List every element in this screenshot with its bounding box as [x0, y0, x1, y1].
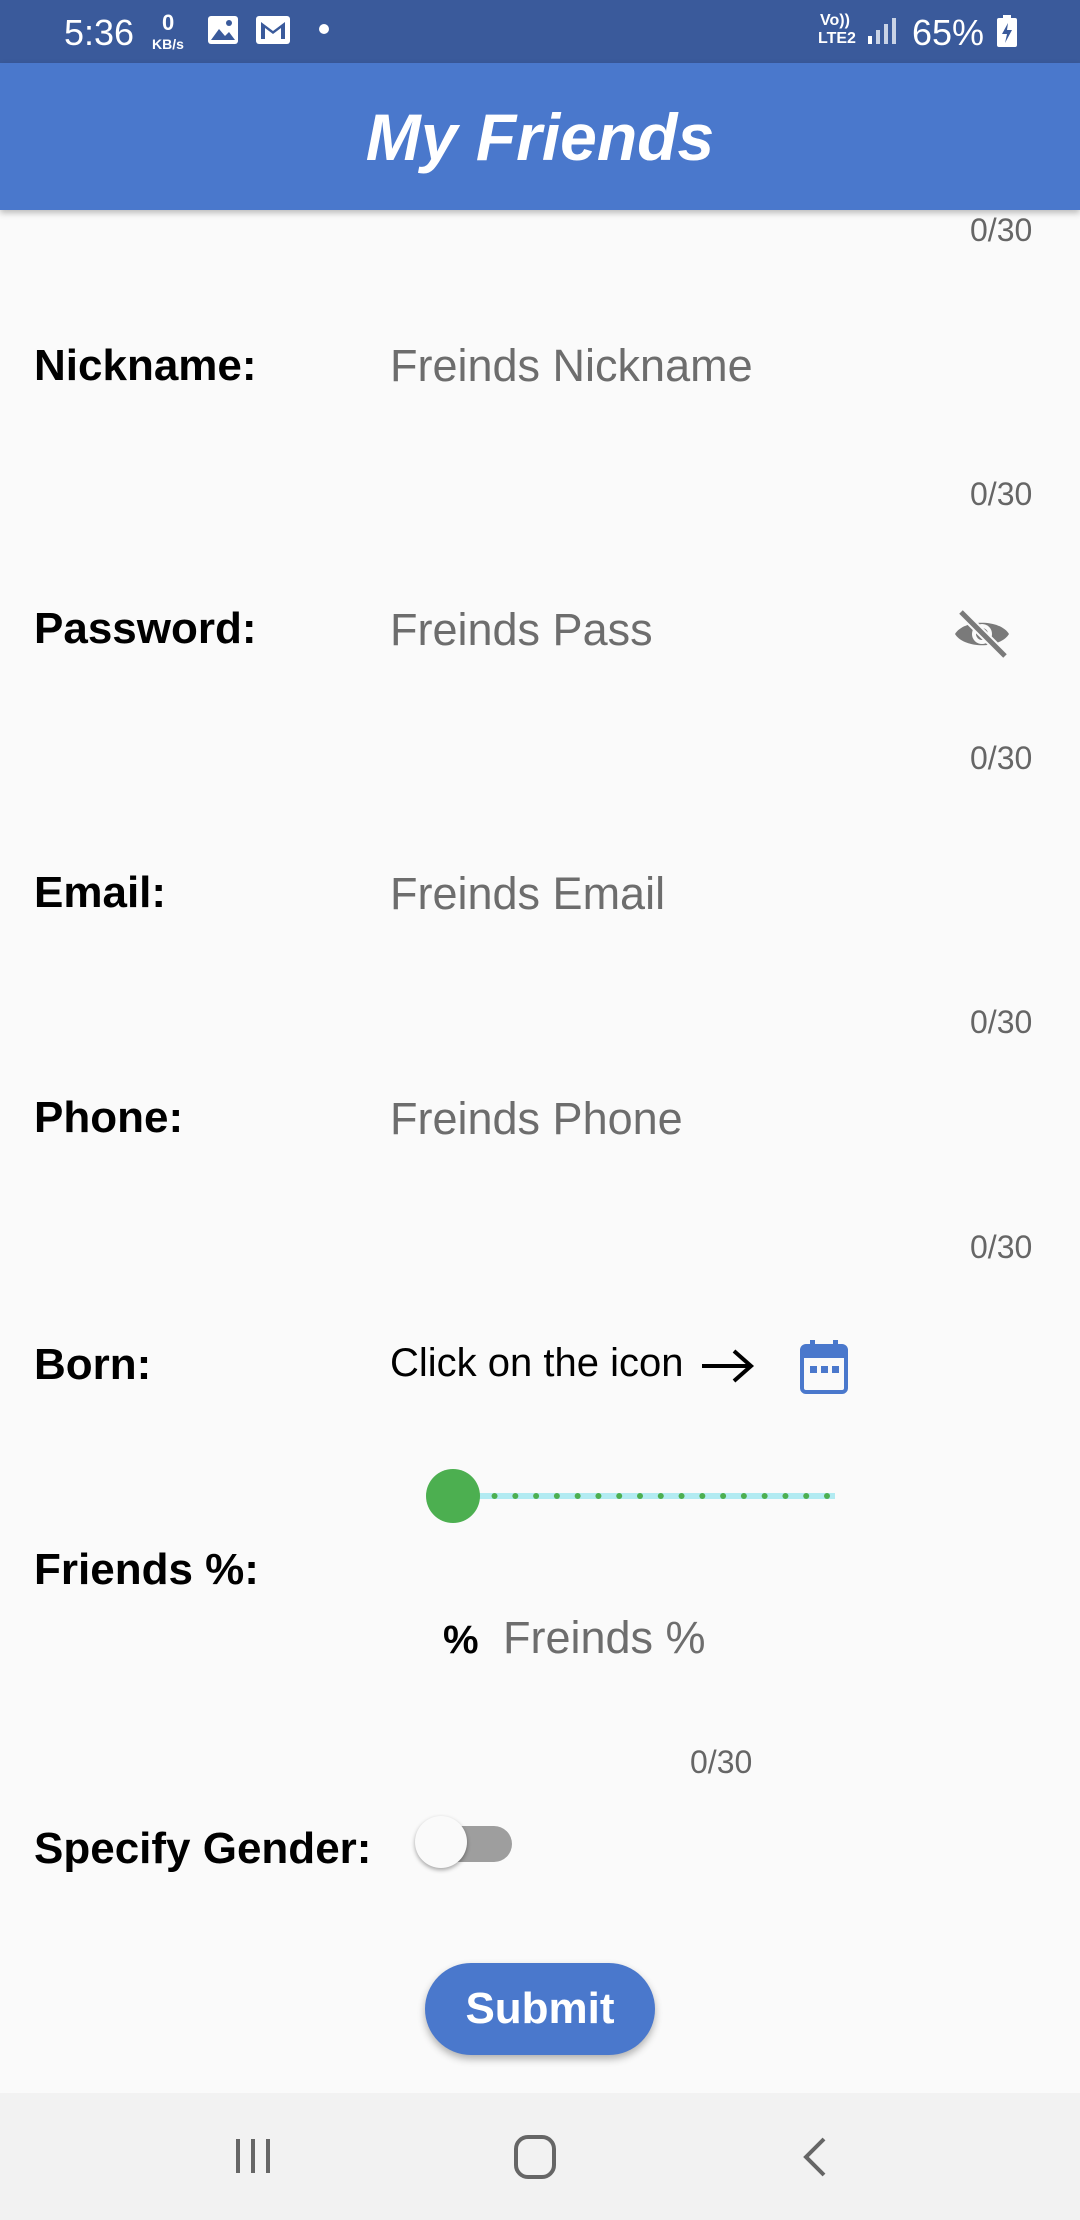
slider-tick	[720, 1493, 727, 1499]
network-speed-unit: KB/s	[152, 36, 184, 52]
top-field-counter: 0/30	[970, 212, 1033, 248]
email-label: Email:	[34, 868, 167, 917]
network-speed-value: 0	[162, 10, 175, 35]
email-counter: 0/30	[970, 1004, 1033, 1040]
born-hint: Click on the icon	[390, 1341, 684, 1385]
phone-input[interactable]: Freinds Phone	[380, 1073, 1040, 1173]
nickname-placeholder: Freinds Nickname	[390, 340, 753, 391]
email-placeholder: Freinds Email	[390, 868, 666, 919]
status-bar: 5:36 0 KB/s Vo)) LTE2 65%	[0, 0, 1080, 63]
nickname-counter: 0/30	[970, 476, 1033, 512]
slider-tick	[782, 1493, 789, 1499]
recents-icon[interactable]	[230, 2133, 276, 2184]
network-type-top: Vo))	[820, 12, 850, 29]
password-input[interactable]: Freinds Pass	[380, 584, 1040, 684]
email-input[interactable]: Freinds Email	[380, 848, 1040, 948]
slider-tick	[699, 1493, 706, 1499]
friends-slider[interactable]	[425, 1466, 855, 1526]
friends-percent-counter: 0/30	[690, 1744, 753, 1780]
back-icon[interactable]	[796, 2133, 836, 2186]
slider-tick	[553, 1493, 560, 1499]
friends-percent-input[interactable]: Freinds %	[495, 1590, 895, 1690]
slider-tick	[491, 1493, 498, 1499]
image-icon	[206, 14, 240, 51]
gmail-icon	[254, 14, 292, 51]
home-icon[interactable]	[510, 2133, 560, 2186]
slider-tick	[616, 1493, 623, 1499]
navigation-bar	[0, 2093, 1080, 2220]
phone-counter: 0/30	[970, 1229, 1033, 1265]
slider-tick	[761, 1493, 768, 1499]
slider-tick	[637, 1493, 643, 1499]
slider-tick	[740, 1493, 747, 1499]
slider-tick	[678, 1493, 685, 1499]
friends-slider-track	[426, 1469, 855, 1523]
arrow-right-icon	[700, 1346, 756, 1391]
gender-toggle[interactable]	[412, 1816, 512, 1876]
calendar-icon[interactable]	[798, 1338, 850, 1401]
slider-tick	[803, 1493, 810, 1499]
gender-label: Specify Gender:	[34, 1824, 372, 1873]
app-bar: My Friends	[0, 63, 1080, 210]
battery-percent: 65%	[912, 12, 985, 53]
submit-button[interactable]: Submit	[425, 1963, 655, 2055]
password-counter: 0/30	[970, 740, 1033, 776]
slider-tick	[824, 1493, 830, 1499]
password-placeholder: Freinds Pass	[390, 604, 653, 655]
friends-percent-label: Friends %:	[34, 1545, 259, 1594]
gender-toggle-thumb	[415, 1816, 467, 1868]
friends-slider-thumb[interactable]	[426, 1469, 480, 1523]
friends-percent-placeholder: Freinds %	[503, 1612, 706, 1663]
signal-icon	[866, 14, 898, 51]
phone-label: Phone:	[34, 1093, 184, 1142]
battery-icon	[996, 14, 1018, 53]
password-label: Password:	[34, 604, 257, 653]
slider-tick	[512, 1493, 519, 1499]
status-time: 5:36	[64, 12, 135, 53]
page-title: My Friends	[365, 99, 715, 174]
percent-prefix: %	[443, 1618, 479, 1662]
slider-tick	[533, 1493, 540, 1499]
slider-tick	[657, 1493, 664, 1499]
dot-icon	[318, 22, 330, 40]
phone-placeholder: Freinds Phone	[390, 1093, 683, 1144]
nickname-input[interactable]: Freinds Nickname	[380, 320, 1040, 420]
nickname-label: Nickname:	[34, 341, 257, 390]
born-label: Born:	[34, 1340, 152, 1389]
network-type-bottom: LTE2	[818, 30, 856, 47]
slider-tick	[595, 1493, 602, 1499]
visibility-off-icon[interactable]	[952, 606, 1012, 667]
slider-tick	[574, 1493, 581, 1499]
